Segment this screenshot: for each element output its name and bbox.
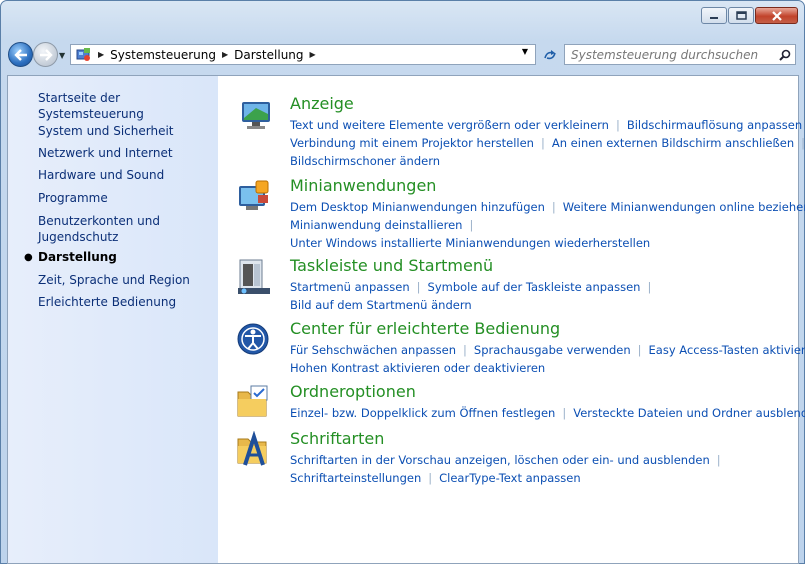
category-title[interactable]: Ordneroptionen xyxy=(290,382,416,401)
link[interactable]: Bildschirmschoner ändern xyxy=(290,154,440,168)
link[interactable]: Für Sehschwächen anpassen xyxy=(290,343,456,357)
window-controls xyxy=(701,7,798,24)
display-icon[interactable] xyxy=(236,96,274,134)
link[interactable]: ClearType-Text anpassen xyxy=(439,471,581,485)
gadgets-icon[interactable] xyxy=(236,178,274,216)
category-title[interactable]: Taskleiste und Startmenü xyxy=(290,256,493,275)
address-bar[interactable]: ▶ Systemsteuerung ▶ Darstellung ▶ ▼ xyxy=(70,44,536,65)
arrow-right-icon xyxy=(39,48,53,61)
link[interactable]: Bild auf dem Startmenü ändern xyxy=(290,298,472,312)
category-links: Für Sehschwächen anpassen | Sprachausgabe … xyxy=(290,341,805,377)
active-bullet: ● xyxy=(24,252,33,263)
link[interactable]: Hohen Kontrast aktivieren oder deaktivie… xyxy=(290,361,545,375)
control-panel-icon xyxy=(76,47,92,62)
link[interactable]: An einen externen Bildschirm anschließen xyxy=(552,136,794,150)
link[interactable]: Einzel- bzw. Doppelklick zum Öffnen fest… xyxy=(290,406,555,420)
link[interactable]: Verbindung mit einem Projektor herstelle… xyxy=(290,136,534,150)
search-input[interactable]: Systemsteuerung durchsuchen xyxy=(565,48,775,62)
taskbar-icon[interactable] xyxy=(236,258,274,296)
category-links: Dem Desktop Minianwendungen hinzufügen | W… xyxy=(290,198,805,252)
link[interactable]: Schriftarten in der Vorschau anzeigen, l… xyxy=(290,453,710,467)
folder-options-icon[interactable] xyxy=(236,384,274,422)
link[interactable]: Symbole auf der Taskleiste anpassen xyxy=(428,280,641,294)
sidebar-item-zeit-sprache-region[interactable]: Zeit, Sprache und Region xyxy=(38,272,190,288)
link[interactable]: Text und weitere Elemente vergrößern ode… xyxy=(290,118,609,132)
link[interactable]: Sprachausgabe verwenden xyxy=(474,343,631,357)
breadcrumb-separator[interactable]: ▶ xyxy=(310,50,316,59)
link[interactable]: Bildschirmauflösung anpassen xyxy=(627,118,802,132)
minimize-icon xyxy=(710,16,718,19)
link[interactable]: Versteckte Dateien und Ordner ausblenden xyxy=(573,406,805,420)
search-icon[interactable] xyxy=(775,45,795,64)
sidebar-item-startseite[interactable]: Startseite der Systemsteuerung xyxy=(38,90,218,122)
recent-pages-dropdown[interactable]: ▼ xyxy=(59,51,65,60)
close-icon xyxy=(771,10,782,21)
ease-of-access-icon[interactable] xyxy=(236,321,274,359)
refresh-button[interactable] xyxy=(539,44,561,65)
sidebar-item-benutzerkonten[interactable]: Benutzerkonten und Jugendschutz xyxy=(38,213,208,245)
link[interactable]: Weitere Minianwendungen online beziehen xyxy=(563,200,805,214)
main-panel: Anzeige Text und weitere Elemente vergrö… xyxy=(218,76,805,563)
refresh-icon xyxy=(544,49,556,59)
sidebar-item-netzwerk-internet[interactable]: Netzwerk und Internet xyxy=(38,145,173,161)
link[interactable]: Startmenü anpassen xyxy=(290,280,410,294)
maximize-button[interactable] xyxy=(728,7,754,24)
link[interactable]: Unter Windows installierte Minianwendung… xyxy=(290,236,650,250)
link[interactable]: Easy Access-Tasten aktivieren xyxy=(649,343,805,357)
breadcrumb-separator: ▶ xyxy=(98,50,105,59)
navigation-bar: ▼ ▶ Systemsteuerung ▶ Darstellung ▶ ▼ Sy… xyxy=(6,41,801,71)
sidebar-item-programme[interactable]: Programme xyxy=(38,190,108,206)
sidebar: Startseite der Systemsteuerung System un… xyxy=(8,76,218,563)
category-title[interactable]: Anzeige xyxy=(290,94,354,113)
link[interactable]: Schriftarteinstellungen xyxy=(290,471,421,485)
back-button[interactable] xyxy=(8,42,33,67)
category-title[interactable]: Center für erleichterte Bedienung xyxy=(290,319,560,338)
fonts-icon[interactable] xyxy=(236,430,274,469)
breadcrumb-label: Darstellung xyxy=(234,47,304,62)
close-button[interactable] xyxy=(755,7,798,24)
sidebar-item-erleichterte-bedienung[interactable]: Erleichterte Bedienung xyxy=(38,294,176,310)
window: ▼ ▶ Systemsteuerung ▶ Darstellung ▶ ▼ Sy… xyxy=(0,0,805,564)
category-links: Text und weitere Elemente vergrößern ode… xyxy=(290,118,805,168)
link[interactable]: Dem Desktop Minianwendungen hinzufügen xyxy=(290,200,545,214)
sidebar-item-system-sicherheit[interactable]: System und Sicherheit xyxy=(38,123,174,139)
minimize-button[interactable] xyxy=(701,7,727,24)
breadcrumb-separator[interactable]: ▶ xyxy=(222,50,228,59)
category-title[interactable]: Schriftarten xyxy=(290,429,384,448)
search-box[interactable]: Systemsteuerung durchsuchen xyxy=(564,44,796,65)
breadcrumb-item-systemsteuerung[interactable]: Systemsteuerung xyxy=(110,48,216,62)
link[interactable]: Minianwendung deinstallieren xyxy=(290,218,462,232)
content-area: Startseite der Systemsteuerung System un… xyxy=(7,75,805,564)
category-links: Schriftarten in der Vorschau anzeigen, l… xyxy=(290,453,721,485)
arrow-left-icon xyxy=(13,48,27,61)
breadcrumb-label: Systemsteuerung xyxy=(110,47,216,62)
sidebar-item-darstellung[interactable]: Darstellung xyxy=(38,249,117,265)
sidebar-item-hardware-sound[interactable]: Hardware und Sound xyxy=(38,167,164,183)
breadcrumb-item-darstellung[interactable]: Darstellung xyxy=(234,48,303,62)
category-title[interactable]: Minianwendungen xyxy=(290,176,436,195)
maximize-icon xyxy=(735,11,747,20)
forward-button[interactable] xyxy=(33,42,58,67)
address-dropdown-arrow[interactable]: ▼ xyxy=(517,47,533,56)
category-links: Einzel- bzw. Doppelklick zum Öffnen fest… xyxy=(290,404,805,422)
category-links: Startmenü anpassen | Symbole auf der Taskl… xyxy=(290,280,652,312)
